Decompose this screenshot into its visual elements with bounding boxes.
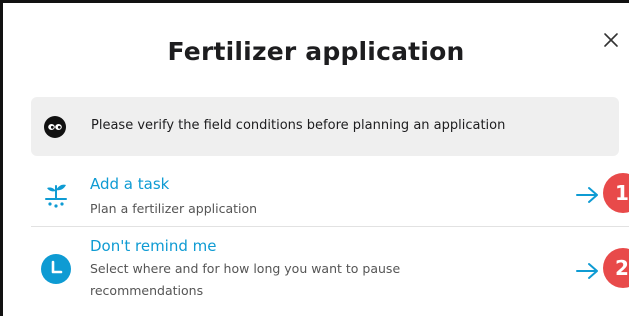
divider	[31, 226, 629, 227]
add-task-option[interactable]: Add a task Plan a fertilizer application	[31, 165, 619, 225]
arrow-right-icon[interactable]	[575, 185, 601, 205]
dialog-title: Fertilizer application	[167, 37, 465, 66]
dialog: Fertilizer application Please verify the…	[0, 0, 629, 316]
dont-remind-option[interactable]: Don't remind me Select where and for how…	[31, 229, 619, 319]
eyes-icon	[43, 115, 67, 139]
add-task-title: Add a task	[90, 175, 170, 193]
arrow-right-icon[interactable]	[575, 261, 601, 281]
dont-remind-description: Select where and for how long you want t…	[90, 261, 401, 298]
notice-text: Please verify the field conditions befor…	[91, 118, 506, 133]
dont-remind-title: Don't remind me	[90, 237, 217, 255]
add-task-description: Plan a fertilizer application	[90, 201, 258, 216]
clock-icon	[41, 254, 71, 284]
sprout-icon	[41, 179, 71, 209]
notice-banner: Please verify the field conditions befor…	[31, 97, 619, 156]
close-icon[interactable]	[601, 30, 621, 50]
